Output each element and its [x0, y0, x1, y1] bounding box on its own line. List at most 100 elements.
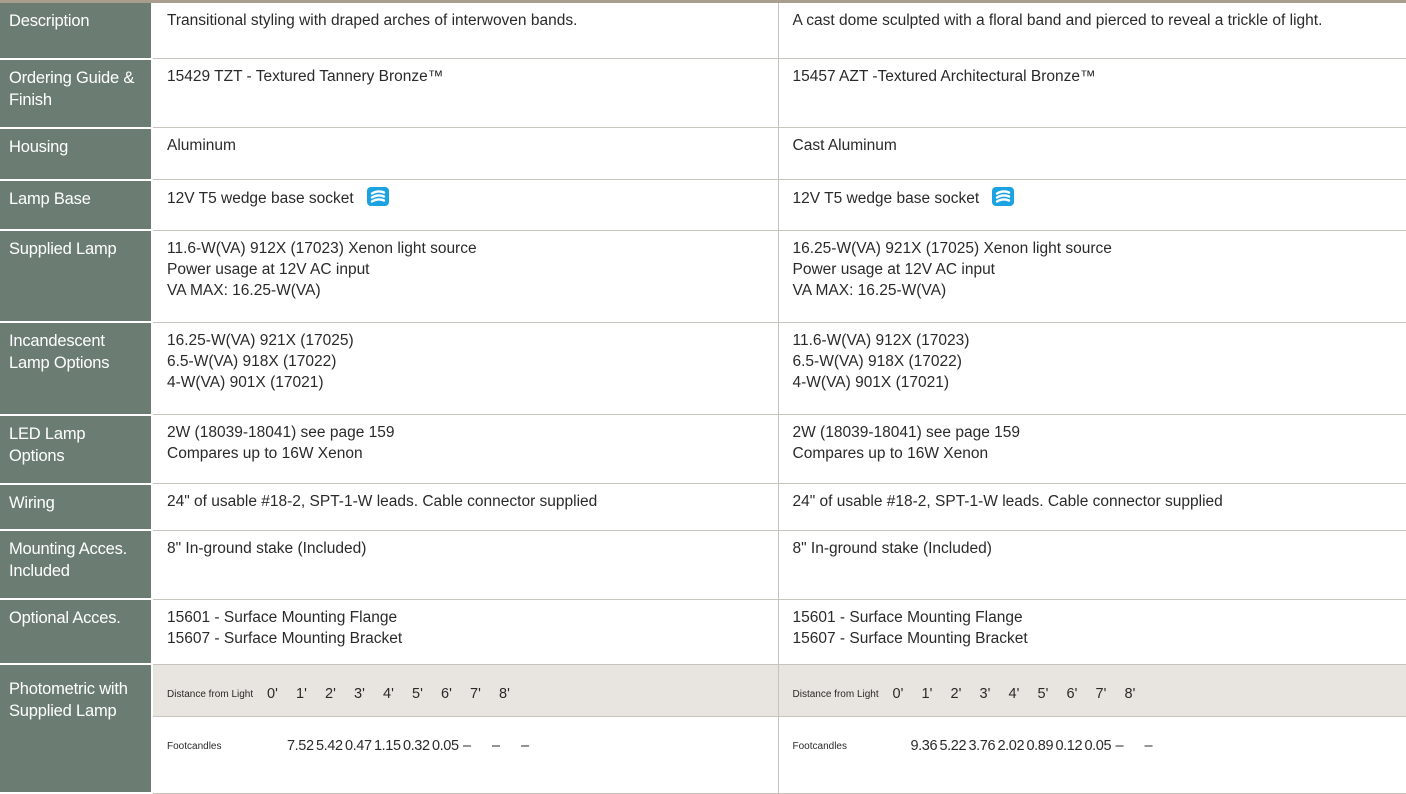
spec-row-incandescent-lamp-options: Incandescent Lamp Options 16.25-W(VA) 921… [0, 322, 1406, 416]
value-text: 8" In-ground stake (Included) [167, 539, 367, 557]
right-product-value: 15601 - Surface Mounting Flange 15607 - S… [778, 599, 1406, 665]
distance-value: 8' [1124, 685, 1136, 702]
row-label: Ordering Guide & Finish [0, 58, 153, 129]
left-product-value: 16.25-W(VA) 921X (17025) 6.5-W(VA) 918X (… [152, 322, 779, 416]
value-text: VA MAX: 16.25-W(VA) [167, 281, 321, 299]
value-text: Transitional styling with draped arches … [167, 12, 578, 29]
value-line: 24" of usable #18-2, SPT-1-W leads. Cabl… [793, 491, 1394, 512]
value-text: 24" of usable #18-2, SPT-1-W leads. Cabl… [167, 493, 598, 511]
spec-row-ordering-guide-finish: Ordering Guide & Finish 15429 TZT - Textu… [0, 58, 1406, 129]
value-line: 15607 - Surface Mounting Bracket [793, 628, 1394, 649]
left-product-value: 15601 - Surface Mounting Flange 15607 - S… [152, 599, 779, 665]
value-line: Power usage at 12V AC input [793, 259, 1394, 280]
distance-label: Distance from Light [792, 688, 879, 700]
value-text: Compares up to 16W Xenon [167, 445, 363, 463]
footcandles-row: Footcandles 7.52 5.42 0.47 1.15 0.32 0.05– – – [153, 717, 778, 763]
value-text: VA MAX: 16.25-W(VA) [792, 281, 947, 299]
value-text: 15607 - Surface Mounting Bracket [167, 629, 403, 647]
distance-label: Distance from Light [167, 688, 254, 700]
value-line: 6.5-W(VA) 918X (17022) [793, 351, 1394, 372]
distance-value: 7' [1095, 685, 1107, 702]
footcandle-value: – [492, 737, 501, 754]
value-line: Transitional styling with draped arches … [167, 10, 766, 31]
value-line: 12V T5 wedge base socket [167, 187, 766, 209]
distance-value: 1' [921, 685, 933, 702]
row-label: Wiring [0, 483, 153, 532]
spec-table: Description Transitional styling with dra… [0, 0, 1406, 794]
value-text: Power usage at 12V AC input [792, 260, 996, 278]
value-text: 16.25-W(VA) 921X (17025) Xenon light sou… [792, 239, 1112, 257]
value-text: 8" In-ground stake (Included) [792, 539, 992, 557]
footcandle-value: 7.52 [287, 737, 314, 754]
footcandle-value: 2.02 [997, 737, 1025, 754]
right-product-value: A cast dome sculpted with a floral band … [778, 0, 1406, 60]
value-line: Compares up to 16W Xenon [793, 443, 1394, 464]
footcandles-row: Footcandles 9.36 5.22 3.76 2.02 0.89 0.12 0.05–… [779, 717, 1406, 763]
value-line: 11.6-W(VA) 912X (17023) [793, 330, 1394, 351]
spec-row-optional-acces: Optional Acces. 15601 - Surface Mounting … [0, 599, 1406, 666]
value-text: 12V T5 wedge base socket [167, 190, 354, 208]
value-text: 11.6-W(VA) 912X (17023) [792, 331, 970, 349]
value-line: 15429 TZT - Textured Tannery Bronze™ [167, 66, 766, 87]
distance-value: 3' [979, 685, 991, 702]
right-product-value: 12V T5 wedge base socket [778, 179, 1406, 231]
value-line: 11.6-W(VA) 912X (17023) Xenon light sour… [167, 238, 766, 259]
value-text: 16.25-W(VA) 921X (17025) [167, 331, 354, 349]
row-label: Lamp Base [0, 179, 153, 232]
spec-row-mounting-acces-included: Mounting Acces. Included 8" In-ground sta… [0, 530, 1406, 601]
left-product-value: 24" of usable #18-2, SPT-1-W leads. Cabl… [152, 483, 779, 531]
distance-row: Distance from Light 0' 1' 2' 3' 4' 5' 6' 7' 8' [153, 664, 778, 717]
value-text: 2W (18039-18041) see page 159 [792, 424, 1021, 442]
right-product-value: 15457 AZT -Textured Architectural Bronze… [778, 58, 1406, 129]
value-text: 15429 TZT - Textured Tannery Bronze™ [167, 68, 444, 86]
right-product-value: 24" of usable #18-2, SPT-1-W leads. Cabl… [778, 483, 1406, 531]
value-text: 6.5-W(VA) 918X (17022) [167, 352, 337, 370]
footcandle-value: 5.22 [939, 737, 967, 754]
value-line: 15601 - Surface Mounting Flange [167, 607, 766, 628]
right-product-value: 2W (18039-18041) see page 159 Compares up… [778, 414, 1406, 485]
distance-value: 0' [892, 685, 904, 702]
right-product-value: Cast Aluminum [778, 127, 1406, 181]
distance-value: 2' [950, 685, 962, 702]
distance-value: 1' [296, 685, 307, 702]
value-line: 4-W(VA) 901X (17021) [167, 372, 766, 393]
value-text: 15601 - Surface Mounting Flange [167, 608, 398, 626]
distance-value: 6' [441, 685, 452, 702]
value-text: 11.6-W(VA) 912X (17023) Xenon light sour… [167, 239, 477, 257]
distance-value: 5' [1037, 685, 1049, 702]
value-line: 15607 - Surface Mounting Bracket [167, 628, 766, 649]
value-text: 4-W(VA) 901X (17021) [792, 373, 950, 391]
left-product-value: 8" In-ground stake (Included) [152, 530, 779, 600]
footcandles-label: Footcandles [167, 740, 222, 752]
value-text: 24" of usable #18-2, SPT-1-W leads. Cabl… [792, 493, 1223, 511]
value-line: 2W (18039-18041) see page 159 [167, 422, 766, 443]
right-photometric-table: Distance from Light 0' 1' 2' 3' 4' 5' 6' 7' 8' Foo… [778, 664, 1406, 794]
row-label: Mounting Acces. Included [0, 530, 153, 601]
value-text: 15607 - Surface Mounting Bracket [792, 629, 1028, 647]
right-product-value: 16.25-W(VA) 921X (17025) Xenon light sou… [778, 230, 1406, 323]
value-text: Cast Aluminum [792, 137, 897, 155]
footcandle-value: – [1115, 737, 1124, 754]
footcandles-label: Footcandles [792, 740, 847, 752]
footcandle-value: 0.32 [403, 737, 430, 754]
footcandle-value: 0.12 [1055, 737, 1083, 754]
value-text: 15457 AZT -Textured Architectural Bronze… [792, 68, 1096, 86]
row-label: Housing [0, 127, 153, 181]
value-line: 8" In-ground stake (Included) [167, 538, 766, 559]
footcandle-value: 0.47 [345, 737, 372, 754]
value-text: Aluminum [167, 137, 236, 155]
spec-row-housing: Housing Aluminum Cast Aluminum [0, 127, 1406, 181]
spec-row-wiring: Wiring 24" of usable #18-2, SPT-1-W leads… [0, 483, 1406, 532]
value-line: 15601 - Surface Mounting Flange [793, 607, 1394, 628]
footcandle-value: – [463, 737, 472, 754]
distance-value: 3' [354, 685, 365, 702]
value-text: 12V T5 wedge base socket [792, 190, 980, 208]
value-line: 2W (18039-18041) see page 159 [793, 422, 1394, 443]
spec-table-body: Description Transitional styling with dra… [0, 0, 1406, 794]
value-text: 4-W(VA) 901X (17021) [167, 373, 324, 391]
row-label: Incandescent Lamp Options [0, 322, 153, 416]
footcandle-value: 5.42 [316, 737, 343, 754]
left-product-value: Transitional styling with draped arches … [152, 0, 779, 60]
value-line: 24" of usable #18-2, SPT-1-W leads. Cabl… [167, 491, 766, 512]
row-label: Photometric with Supplied Lamp [0, 664, 153, 794]
